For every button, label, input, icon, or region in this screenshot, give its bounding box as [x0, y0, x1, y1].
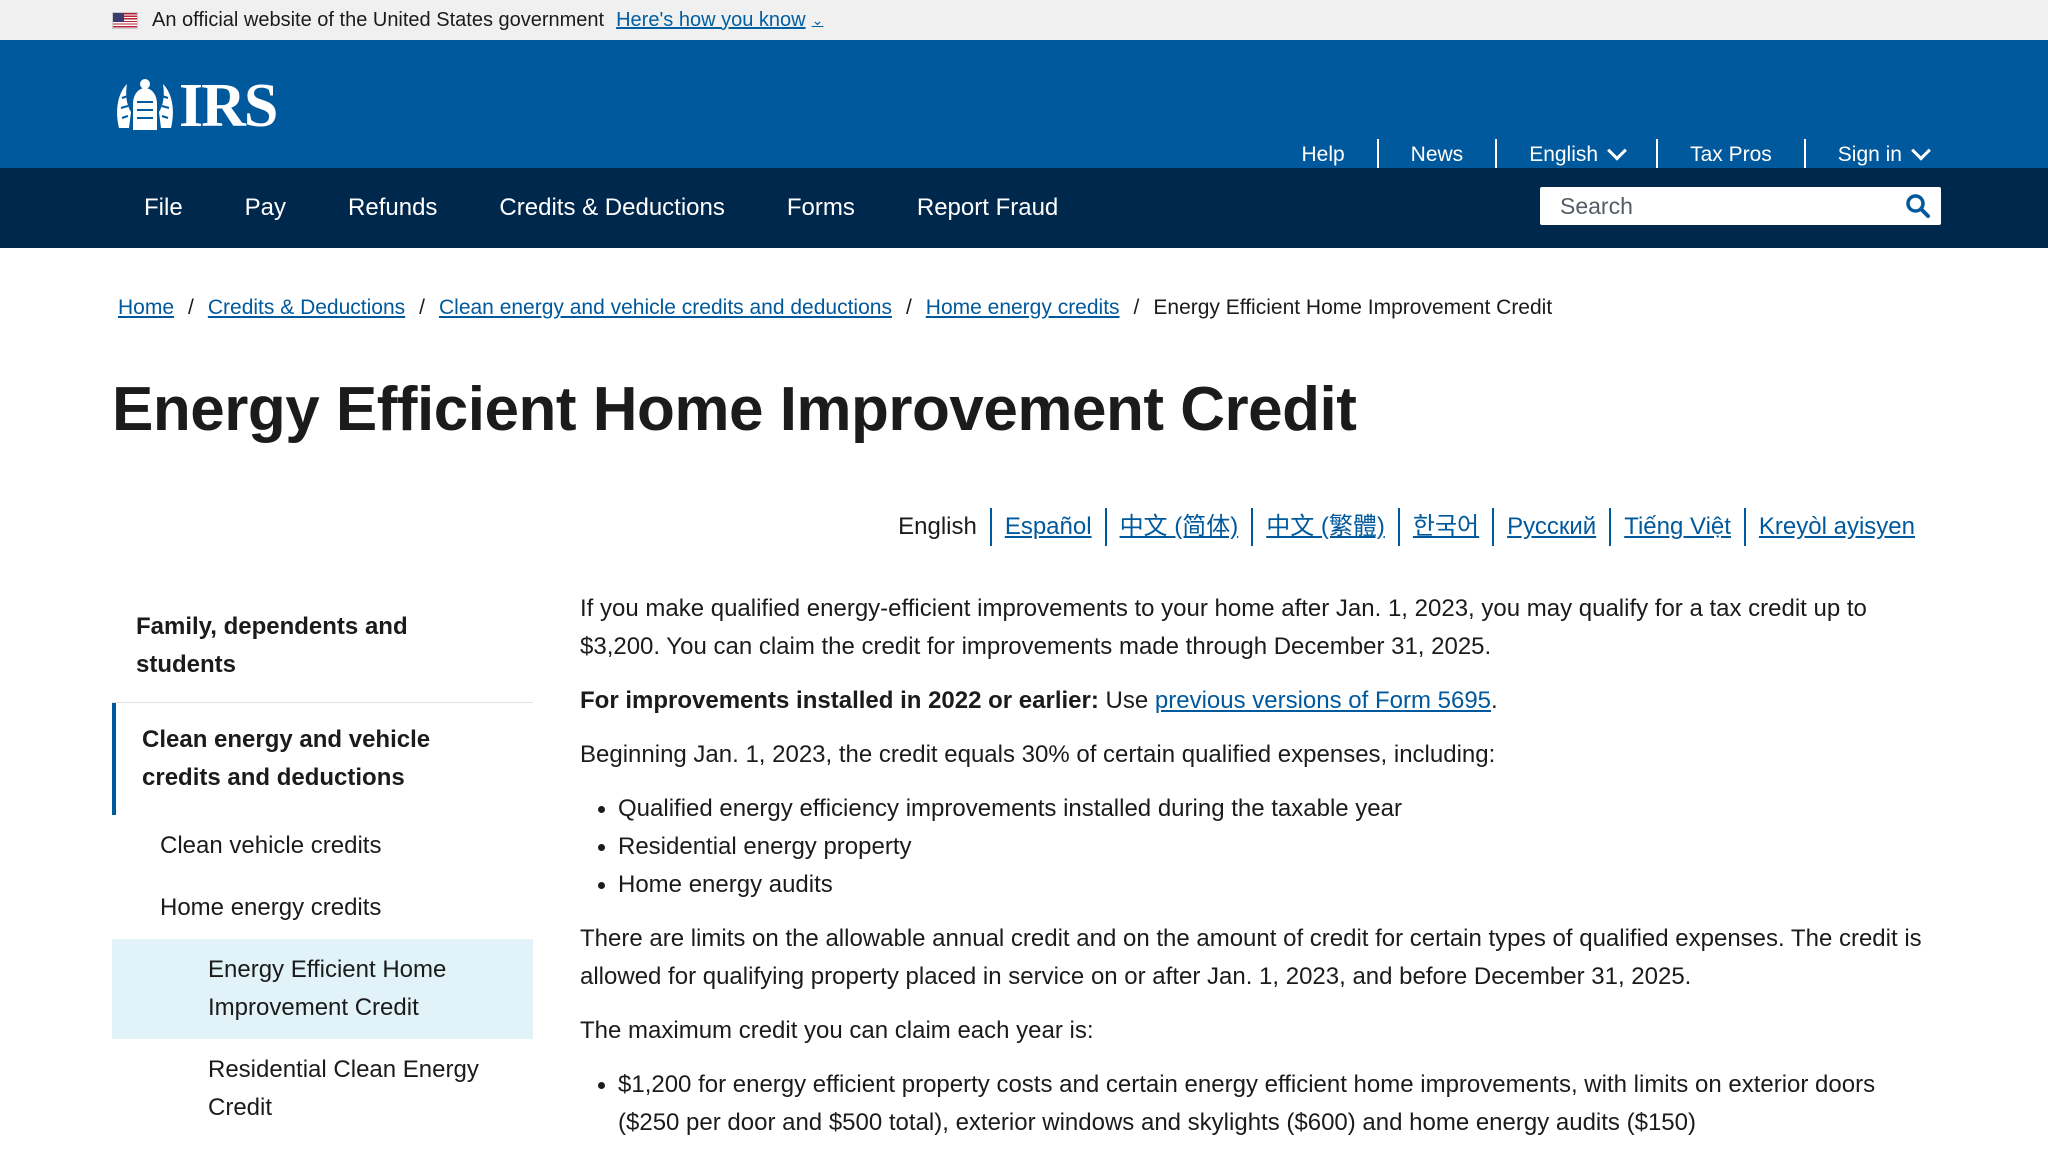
lang-spanish[interactable]: Español: [992, 507, 1105, 547]
main-content: If you make qualified energy-efficient i…: [580, 590, 1940, 1158]
sidebar-item-home-energy[interactable]: Home energy credits: [112, 877, 533, 939]
search-icon[interactable]: [1905, 193, 1931, 219]
util-news[interactable]: News: [1379, 139, 1496, 171]
sidebar-item-residential-clean[interactable]: Residential Clean Energy Credit: [112, 1039, 533, 1139]
lang-vietnamese[interactable]: Tiếng Việt: [1611, 507, 1744, 547]
intro-paragraph: If you make qualified energy-efficient i…: [580, 595, 1867, 660]
lang-chinese-simplified[interactable]: 中文 (简体): [1107, 507, 1252, 547]
list-item: Qualified energy efficiency improvements…: [618, 790, 1940, 828]
prior-years-text: Use: [1098, 687, 1155, 714]
breadcrumb-separator: /: [419, 296, 425, 319]
logo-text: IRS: [179, 72, 278, 140]
utility-nav: Help News English Tax Pros Sign in: [1269, 139, 1960, 171]
page-title: Energy Efficient Home Improvement Credit: [112, 375, 1357, 444]
search-box: [1540, 187, 1941, 225]
eagle-icon: [117, 79, 173, 130]
expenses-list: Qualified energy efficiency improvements…: [580, 790, 1940, 904]
prior-years-paragraph: For improvements installed in 2022 or ea…: [580, 682, 1940, 720]
breadcrumb-home[interactable]: Home: [118, 296, 174, 320]
breadcrumb: Home / Credits & Deductions / Clean ener…: [118, 296, 1552, 320]
nav-pay[interactable]: Pay: [214, 168, 317, 248]
how-you-know-link[interactable]: Here's how you know ⌄: [616, 9, 823, 32]
chevron-down-icon: ⌄: [811, 11, 824, 28]
prior-years-end: .: [1491, 687, 1498, 714]
list-item: Home energy audits: [618, 866, 1940, 904]
nav-refunds[interactable]: Refunds: [317, 168, 468, 248]
irs-logo[interactable]: IRS: [113, 72, 278, 140]
form-5695-link[interactable]: previous versions of Form 5695: [1155, 687, 1491, 714]
nav-forms[interactable]: Forms: [756, 168, 886, 248]
lang-haitian-creole[interactable]: Kreyòl ayisyen: [1746, 507, 1928, 547]
gov-banner: An official website of the United States…: [0, 0, 2048, 40]
breadcrumb-separator: /: [1133, 296, 1140, 319]
main-nav: File Pay Refunds Credits & Deductions Fo…: [0, 168, 2048, 248]
util-language[interactable]: English: [1497, 139, 1656, 171]
breadcrumb-current: Energy Efficient Home Improvement Credit: [1153, 296, 1553, 319]
list-item: $1,200 for energy efficient property cos…: [618, 1066, 1940, 1142]
site-header: IRS Help News English Tax Pros Sign in: [0, 40, 2048, 171]
nav-file[interactable]: File: [113, 168, 214, 248]
lang-current: English: [898, 513, 977, 540]
breadcrumb-credits-deductions[interactable]: Credits & Deductions: [208, 296, 405, 320]
sidebar-item-clean-vehicle[interactable]: Clean vehicle credits: [112, 815, 533, 877]
prior-years-label: For improvements installed in 2022 or ea…: [580, 687, 1099, 714]
sidebar-item-energy-efficient[interactable]: Energy Efficient Home Improvement Credit: [112, 939, 533, 1039]
chevron-down-icon: [1911, 140, 1931, 161]
lang-russian[interactable]: Русский: [1494, 507, 1609, 547]
util-help[interactable]: Help: [1269, 139, 1376, 171]
credit-equals-paragraph: Beginning Jan. 1, 2023, the credit equal…: [580, 741, 1496, 768]
lang-chinese-traditional[interactable]: 中文 (繁體): [1253, 507, 1398, 547]
max-credit-list: $1,200 for energy efficient property cos…: [580, 1066, 1940, 1142]
breadcrumb-home-energy[interactable]: Home energy credits: [926, 296, 1120, 320]
gov-banner-text: An official website of the United States…: [152, 8, 605, 31]
limits-paragraph: There are limits on the allowable annual…: [580, 925, 1922, 990]
breadcrumb-separator: /: [905, 296, 912, 319]
max-credit-paragraph: The maximum credit you can claim each ye…: [580, 1017, 1094, 1044]
list-item: Residential energy property: [618, 828, 1940, 866]
sidebar-item-family[interactable]: Family, dependents and students: [112, 590, 533, 703]
nav-credits-deductions[interactable]: Credits & Deductions: [468, 168, 755, 248]
sidebar-item-clean-energy[interactable]: Clean energy and vehicle credits and ded…: [112, 703, 533, 815]
sidebar-nav: Family, dependents and students Clean en…: [112, 590, 533, 1139]
util-sign-in[interactable]: Sign in: [1806, 139, 1960, 171]
breadcrumb-separator: /: [188, 296, 194, 319]
lang-korean[interactable]: 한국어: [1400, 507, 1492, 547]
chevron-down-icon: [1607, 140, 1627, 161]
nav-report-fraud[interactable]: Report Fraud: [886, 168, 1089, 248]
language-selector: English Español 中文 (简体) 中文 (繁體) 한국어 Русс…: [885, 507, 1928, 547]
util-tax-pros[interactable]: Tax Pros: [1658, 139, 1804, 171]
search-input[interactable]: [1560, 192, 1900, 220]
us-flag-icon: [112, 11, 138, 29]
breadcrumb-clean-energy[interactable]: Clean energy and vehicle credits and ded…: [439, 296, 892, 320]
